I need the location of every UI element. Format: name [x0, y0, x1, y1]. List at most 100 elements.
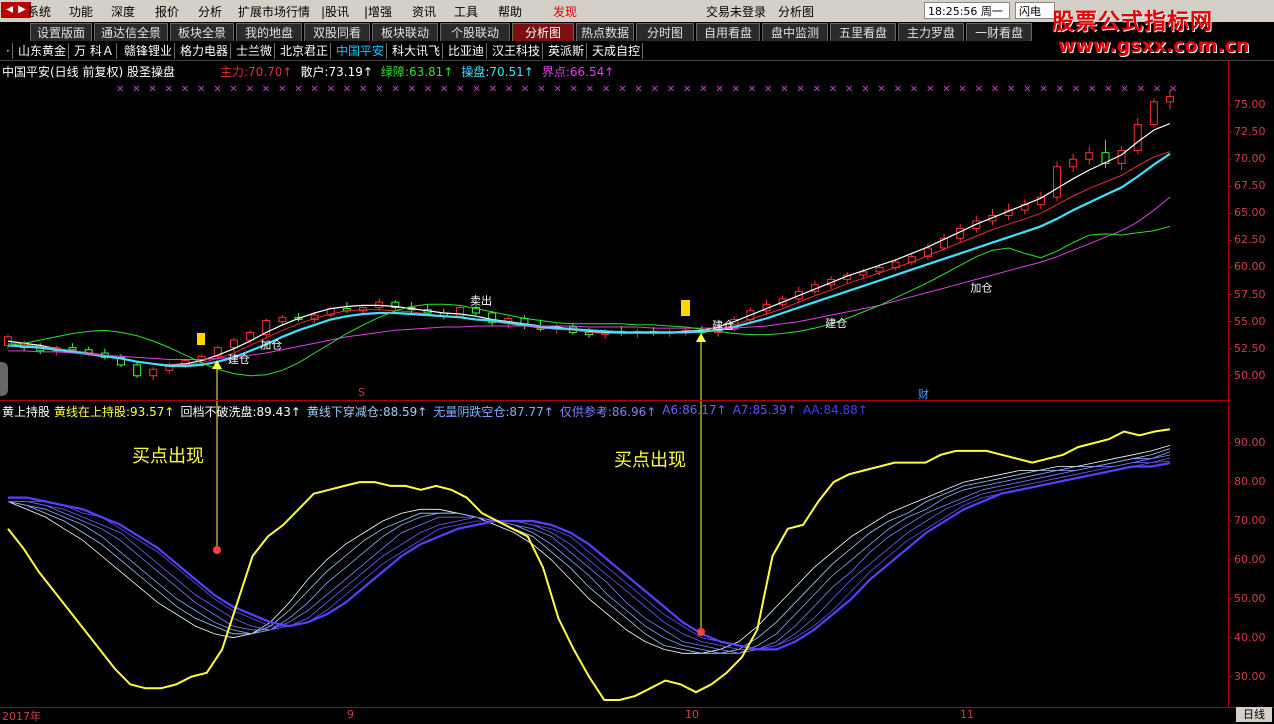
top-marker: ×: [375, 84, 383, 95]
top-marker: ×: [489, 84, 497, 95]
top-marker: ×: [262, 84, 270, 95]
time-axis-bar: [0, 707, 1274, 723]
price-tick-label: 55.00: [1234, 314, 1266, 328]
candle-body: [1069, 158, 1078, 168]
top-marker: ×: [651, 84, 659, 95]
top-marker: ×: [894, 84, 902, 95]
top-marker: ×: [343, 84, 351, 95]
buy-arrow-head: [696, 333, 706, 342]
top-marker: ×: [732, 84, 740, 95]
left-collapse-handle[interactable]: [0, 362, 8, 396]
oscillator-line: [7, 445, 1171, 654]
candle-body: [1053, 166, 1062, 198]
price-tick-label: 50.00: [1234, 368, 1266, 382]
top-marker: ×: [391, 84, 399, 95]
buy-signal-annotation: 买点出现: [132, 446, 204, 467]
top-marker: ×: [553, 84, 561, 95]
price-axis-line: [1228, 60, 1229, 708]
trade-signal-label: 加仓: [970, 280, 992, 294]
position-block: [197, 333, 205, 345]
position-block: [681, 300, 690, 316]
top-marker: ×: [764, 84, 772, 95]
top-marker: ×: [780, 84, 788, 95]
top-marker: ×: [910, 84, 918, 95]
top-marker: ×: [246, 84, 254, 95]
top-marker: ×: [116, 84, 124, 95]
price-tick-label: 67.50: [1234, 179, 1266, 193]
top-marker: ×: [327, 84, 335, 95]
top-marker: ×: [165, 84, 173, 95]
top-marker: ×: [132, 84, 140, 95]
buy-point-marker: [697, 628, 705, 636]
price-tick-label: 65.00: [1234, 206, 1266, 220]
top-marker: ×: [845, 84, 853, 95]
top-marker: ×: [440, 84, 448, 95]
top-marker: ×: [926, 84, 934, 95]
candle-body: [859, 271, 868, 276]
candle-body: [1149, 101, 1158, 126]
top-marker: ×: [975, 84, 983, 95]
oscillator-tick-label: 80.00: [1234, 475, 1266, 489]
price-tick-label: 72.50: [1234, 125, 1266, 139]
top-marker: ×: [424, 84, 432, 95]
top-marker: ×: [813, 84, 821, 95]
period-button[interactable]: 日线: [1236, 707, 1272, 722]
top-marker: ×: [472, 84, 480, 95]
top-marker: ×: [634, 84, 642, 95]
top-marker: ×: [1056, 84, 1064, 95]
trade-signal-label: 建仓: [712, 318, 734, 332]
top-marker: ×: [683, 84, 691, 95]
candle-body: [1166, 95, 1174, 103]
top-marker: ×: [1088, 84, 1096, 95]
top-marker: ×: [181, 84, 189, 95]
price-tick-label: 57.50: [1234, 287, 1266, 301]
candle-body: [246, 331, 255, 341]
top-marker: ×: [699, 84, 707, 95]
kline-chart[interactable]: × × × × × × × × × × × × × × × × × × × × × × × × × × × × × × × × × × × × × × × ×…: [0, 0, 1274, 722]
top-marker: ×: [1104, 84, 1112, 95]
top-marker: ×: [229, 84, 237, 95]
top-marker: ×: [1120, 84, 1128, 95]
top-marker: ×: [667, 84, 675, 95]
top-marker: ×: [1072, 84, 1080, 95]
top-marker: ×: [602, 84, 610, 95]
top-marker: ×: [278, 84, 286, 95]
panel-divider[interactable]: [0, 400, 1228, 401]
yellow-oscillator-line: [7, 428, 1171, 701]
finance-marker[interactable]: 财: [918, 386, 929, 402]
candle-body: [278, 316, 287, 323]
top-marker: ×: [618, 84, 626, 95]
price-series-line: [7, 225, 1171, 377]
oscillator-line: [8, 454, 1171, 654]
top-marker: ×: [521, 84, 529, 95]
time-label-month: 11: [960, 708, 974, 721]
top-marker: ×: [829, 84, 837, 95]
candle-body: [229, 339, 238, 349]
top-marker: ×: [715, 84, 723, 95]
top-marker: ×: [359, 84, 367, 95]
time-label-month: 10: [685, 708, 699, 721]
candle-body: [133, 364, 142, 377]
trade-signal-label: 建仓: [228, 352, 250, 366]
top-marker: ×: [294, 84, 302, 95]
top-marker: ×: [861, 84, 869, 95]
top-marker: ×: [148, 84, 156, 95]
candle-body: [1133, 124, 1142, 152]
buy-signal-annotation: 买点出现: [614, 450, 686, 471]
top-marker: ×: [408, 84, 416, 95]
trade-signal-label: 卖出: [470, 293, 492, 307]
candle-body: [149, 368, 158, 377]
top-marker: ×: [537, 84, 545, 95]
top-marker: ×: [942, 84, 950, 95]
time-label-month: 9: [347, 708, 354, 721]
price-tick-label: 62.50: [1234, 233, 1266, 247]
s-marker: S: [358, 386, 365, 399]
top-marker: ×: [456, 84, 464, 95]
buy-point-marker: [213, 546, 221, 554]
price-tick-label: 75.00: [1234, 98, 1266, 112]
top-marker: ×: [1023, 84, 1031, 95]
price-tick-label: 52.50: [1234, 341, 1266, 355]
top-marker: ×: [1039, 84, 1047, 95]
candle-body: [68, 347, 77, 351]
candle-body: [1085, 152, 1094, 160]
